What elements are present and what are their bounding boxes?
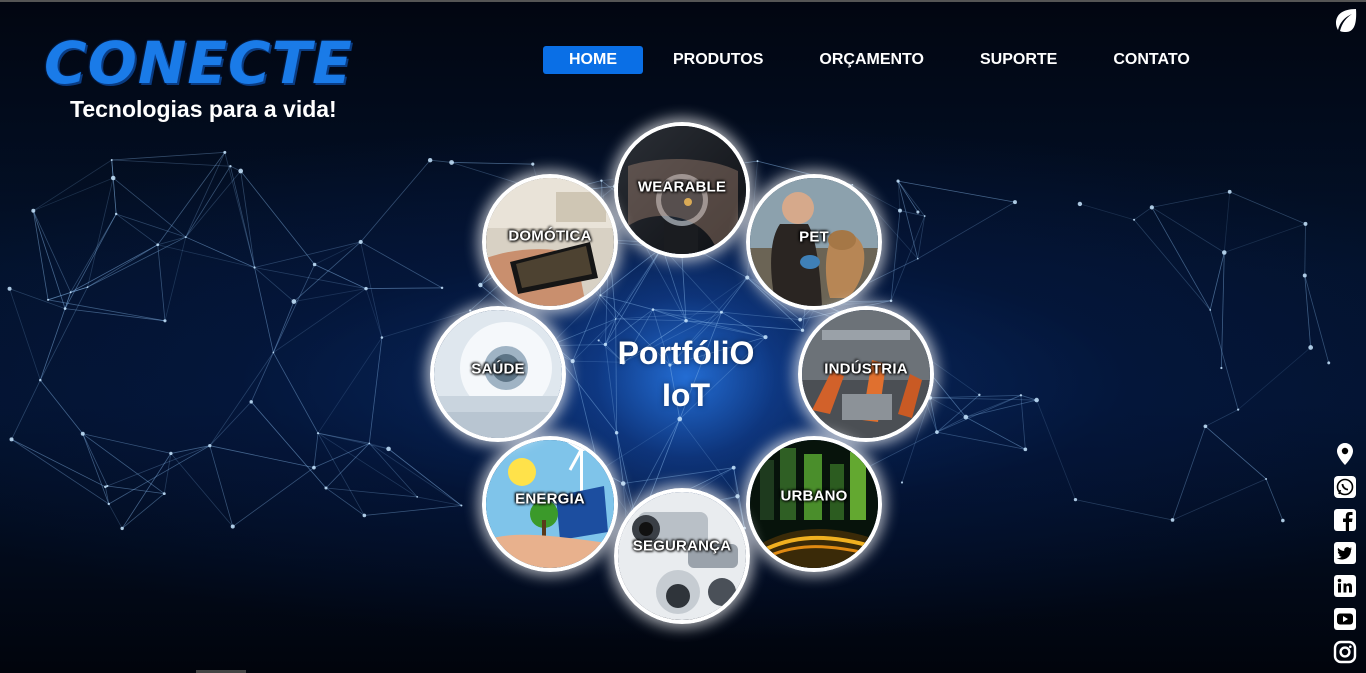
location-icon[interactable]	[1333, 442, 1357, 466]
circle-label-seguranca: SEGURANÇA	[632, 537, 732, 555]
nav-home[interactable]: HOME	[543, 46, 643, 74]
logo-title: CONECTE	[44, 29, 353, 97]
nav-suporte[interactable]: SUPORTE	[954, 46, 1083, 74]
whatsapp-icon[interactable]	[1333, 475, 1357, 499]
circle-wearable[interactable]: WEARABLE	[614, 122, 750, 258]
circle-label-domotica: DOMÓTICA	[508, 227, 592, 245]
circle-energia[interactable]: ENERGIA	[482, 436, 618, 572]
circle-domotica[interactable]: DOMÓTICA	[482, 174, 618, 310]
nav-contato[interactable]: CONTATO	[1087, 46, 1215, 74]
circle-urbano[interactable]: URBANO	[746, 436, 882, 572]
youtube-icon[interactable]	[1333, 607, 1357, 631]
circle-label-wearable: WEARABLE	[637, 178, 727, 196]
circle-label-saude: SAÚDE	[471, 360, 525, 378]
circle-industria[interactable]: INDÚSTRIA	[798, 306, 934, 442]
social-bar	[1332, 442, 1358, 673]
circle-label-pet: PET	[799, 228, 829, 246]
nav-orcamento[interactable]: ORÇAMENTO	[793, 46, 950, 74]
instagram-icon[interactable]	[1333, 640, 1357, 664]
circle-saude[interactable]: SAÚDE	[430, 306, 566, 442]
logo-tagline: Tecnologias para a vida!	[70, 96, 337, 122]
circle-label-energia: ENERGIA	[515, 490, 585, 508]
leaf-icon[interactable]	[1332, 6, 1360, 34]
circle-label-urbano: URBANO	[780, 487, 848, 505]
portfolio-title: PortfóliO IoT	[576, 332, 796, 416]
facebook-icon[interactable]	[1333, 508, 1357, 532]
nav-produtos[interactable]: PRODUTOS	[647, 46, 789, 74]
page: CONECTE Tecnologias para a vida! HOME PR…	[0, 0, 1366, 673]
linkedin-icon[interactable]	[1333, 574, 1357, 598]
circle-label-industria: INDÚSTRIA	[824, 360, 908, 378]
circle-pet[interactable]: PET	[746, 174, 882, 310]
twitter-icon[interactable]	[1333, 541, 1357, 565]
circle-seguranca[interactable]: SEGURANÇA	[614, 488, 750, 624]
logo[interactable]: CONECTE Tecnologias para a vida!	[44, 30, 374, 122]
portfolio-title-line2: IoT	[662, 377, 710, 413]
portfolio-title-line1: PortfóliO	[617, 335, 755, 371]
seguranca-image	[618, 492, 746, 620]
main-nav: HOME PRODUTOS ORÇAMENTO SUPORTE CONTATO	[543, 46, 1216, 74]
